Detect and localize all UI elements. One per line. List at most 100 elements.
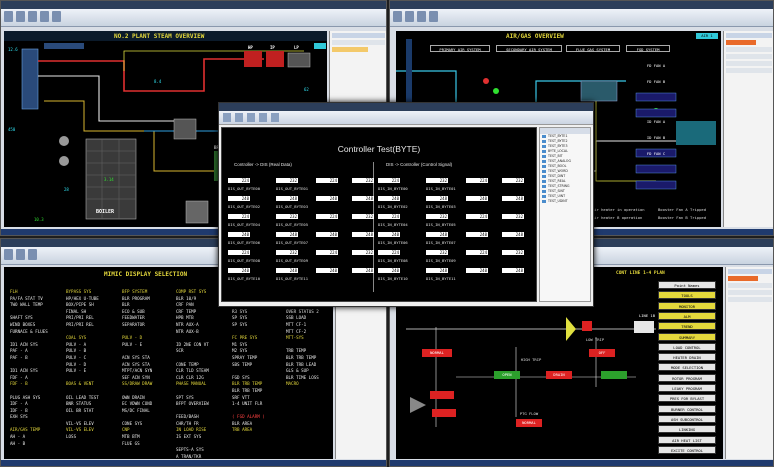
mimic-menu-item[interactable]: TWO WALL TEMP: [10, 302, 48, 309]
toolbar-button[interactable]: [16, 249, 25, 260]
menu-item[interactable]: TOOLS: [658, 291, 716, 300]
mimic-menu-item[interactable]: HP/HEX U-TUBE: [66, 296, 99, 303]
mimic-menu-item[interactable]: FGD SYS: [232, 375, 265, 382]
status-drain[interactable]: DRAIN: [546, 372, 572, 377]
byte-value-field[interactable]: 232: [352, 214, 374, 219]
toolbar-button[interactable]: [393, 11, 402, 22]
menu-item[interactable]: TREND: [658, 322, 716, 331]
mimic-column-5[interactable]: FG PRE SYSR1 SYSR2 SYSR3 SYSSP SYSSP SYS…: [232, 289, 265, 434]
mimic-menu-item[interactable]: M2 SYS: [232, 348, 265, 355]
byte-value-field[interactable]: 224: [466, 178, 488, 183]
byte-value-field[interactable]: 232: [276, 214, 298, 219]
tag-list-item[interactable]: TEST_UDINT: [540, 199, 590, 204]
menu-item[interactable]: MONITOR: [658, 301, 716, 310]
mimic-menu-item[interactable]: CNP: [122, 427, 152, 434]
mimic-menu-item[interactable]: CONE SYS: [122, 421, 152, 428]
byte-value-field[interactable]: 224: [466, 250, 488, 255]
byte-value-field[interactable]: 240: [316, 268, 338, 273]
byte-value-field[interactable]: 224: [378, 250, 400, 255]
mimic-menu-item[interactable]: VIL-VS ELEV: [66, 427, 99, 434]
mimic-menu-item[interactable]: WIND BOXES: [10, 322, 48, 329]
status-normal-1[interactable]: NORMAL: [422, 350, 452, 355]
byte-value-field[interactable]: 224: [228, 214, 250, 219]
toolbar-button[interactable]: [429, 11, 438, 22]
mimic-menu-item[interactable]: BLR 10/9: [176, 296, 209, 303]
mimic-menu-item[interactable]: PHASE MANUAL: [176, 381, 209, 388]
byte-value-field[interactable]: 232: [426, 178, 448, 183]
mimic-menu-item[interactable]: CLR TLD STEAM: [176, 368, 209, 375]
mimic-menu-item[interactable]: A TRAN/TKR: [176, 454, 209, 459]
mimic-menu-item[interactable]: MTB BTM: [122, 434, 152, 441]
mimic-menu-item[interactable]: AH - A: [10, 434, 48, 441]
mimic-menu-item[interactable]: FDF - A: [10, 375, 48, 382]
mimic-menu-item[interactable]: CONE TEMP: [176, 362, 209, 369]
status-off[interactable]: OFF: [589, 350, 615, 355]
mimic-menu-item[interactable]: SS/DRAW DRAW: [122, 381, 152, 388]
mimic-menu-item[interactable]: BLR TRB TEMP: [232, 381, 265, 388]
mimic-menu-item[interactable]: IS EXT SYS: [176, 434, 209, 441]
mimic-menu-item[interactable]: PRI/PRI REL: [66, 315, 99, 322]
mimic-menu-item[interactable]: R3 SYS: [232, 309, 265, 316]
mimic-column-2[interactable]: BYPASS SYS HP/HEX U-TUBE BOX/PIPE SH FINAL …: [66, 289, 99, 441]
toolbar-button[interactable]: [271, 113, 279, 122]
menu-item[interactable]: LOAD CONTROL: [658, 342, 716, 351]
mimic-menu-item[interactable]: SRF VTT: [232, 395, 265, 402]
mimic-menu-item[interactable]: SEPARATOR: [122, 322, 152, 329]
byte-value-field[interactable]: 232: [352, 250, 374, 255]
mimic-menu-item[interactable]: ACN SYS STA: [122, 355, 152, 362]
mimic-column-3[interactable]: BFP SYSTEM BLR PROGRAM BLR ECO & SUB FEEDWAT…: [122, 289, 152, 447]
byte-value-field[interactable]: 240: [378, 268, 400, 273]
mimic-menu-item[interactable]: ( FGD ALARM ): [232, 414, 265, 421]
byte-value-field[interactable]: 248: [276, 232, 298, 237]
byte-value-field[interactable]: 248: [276, 268, 298, 273]
mimic-menu-item[interactable]: COAL SYS: [66, 335, 99, 342]
mimic-menu-item[interactable]: TRB TEMP: [286, 348, 321, 355]
mimic-menu-item[interactable]: OVER STATUS 2: [286, 309, 321, 316]
byte-value-field[interactable]: 240: [316, 196, 338, 201]
mimic-menu-item[interactable]: SPT SYS: [176, 395, 209, 402]
mimic-menu-item[interactable]: PLUG ASH SYS: [10, 395, 48, 402]
byte-value-field[interactable]: 240: [466, 232, 488, 237]
byte-value-field[interactable]: 224: [378, 214, 400, 219]
mimic-menu-item[interactable]: PULV - B: [66, 348, 99, 355]
byte-value-field[interactable]: 224: [316, 214, 338, 219]
mimic-menu-item[interactable]: SBS TEMP: [232, 362, 265, 369]
mimic-menu-item[interactable]: BFP SYSTEM: [122, 289, 152, 296]
byte-value-field[interactable]: 248: [426, 196, 448, 201]
mimic-menu-item[interactable]: CRF PAN: [176, 302, 209, 309]
mimic-menu-item[interactable]: VIL-VS ELEV: [66, 421, 99, 428]
toolbar-button[interactable]: [417, 11, 426, 22]
mimic-menu-item[interactable]: FEEDWATER: [122, 315, 152, 322]
byte-value-field[interactable]: 232: [426, 250, 448, 255]
byte-value-field[interactable]: 232: [502, 178, 524, 183]
toolbar-button[interactable]: [52, 11, 61, 22]
menu-item[interactable]: AIR HEAT LIST: [658, 435, 716, 444]
byte-value-field[interactable]: 232: [276, 178, 298, 183]
menu-item[interactable]: ROTOR PROGRAM: [658, 373, 716, 382]
mimic-menu-item[interactable]: FEED/BASH: [176, 414, 209, 421]
mimic-menu-item[interactable]: BLR TIME LOSS: [286, 375, 321, 382]
mimic-menu-item[interactable]: MTT CF-1: [286, 322, 321, 329]
mimic-menu-item[interactable]: NTR AUX-A: [176, 322, 209, 329]
byte-value-field[interactable]: 248: [352, 196, 374, 201]
toolbar-button[interactable]: [4, 249, 13, 260]
toolbar-button[interactable]: [28, 11, 37, 22]
mimic-menu-item[interactable]: CHR/TH FR: [176, 421, 209, 428]
mimic-menu-item[interactable]: NTR AUX-B: [176, 329, 209, 336]
menu-item[interactable]: BURNER CONTROL: [658, 404, 716, 413]
byte-value-field[interactable]: 240: [378, 232, 400, 237]
byte-value-field[interactable]: 248: [426, 232, 448, 237]
mimic-column-4[interactable]: COMP RST SYS BLR 10/9 CRF PAN CRF TEMP HPB M…: [176, 289, 209, 459]
mimic-menu-item[interactable]: FDF - B: [10, 381, 48, 388]
byte-value-field[interactable]: 224: [228, 250, 250, 255]
mimic-menu-item[interactable]: FINAL SH: [66, 309, 99, 316]
mimic-menu-item[interactable]: ECO & SUB: [122, 309, 152, 316]
mimic-menu-item[interactable]: SEF ACN SYN: [122, 375, 152, 382]
mimic-menu-item[interactable]: PULV - C: [66, 355, 99, 362]
mimic-menu-item[interactable]: TRB AREA: [232, 427, 265, 434]
mimic-menu-item[interactable]: PA/FA STAT TV: [10, 296, 48, 303]
toolbar-button[interactable]: [247, 113, 255, 122]
mimic-menu-item[interactable]: PULV - D: [66, 362, 99, 369]
byte-value-field[interactable]: 224: [378, 178, 400, 183]
mimic-menu-item[interactable]: IDF - A: [10, 401, 48, 408]
